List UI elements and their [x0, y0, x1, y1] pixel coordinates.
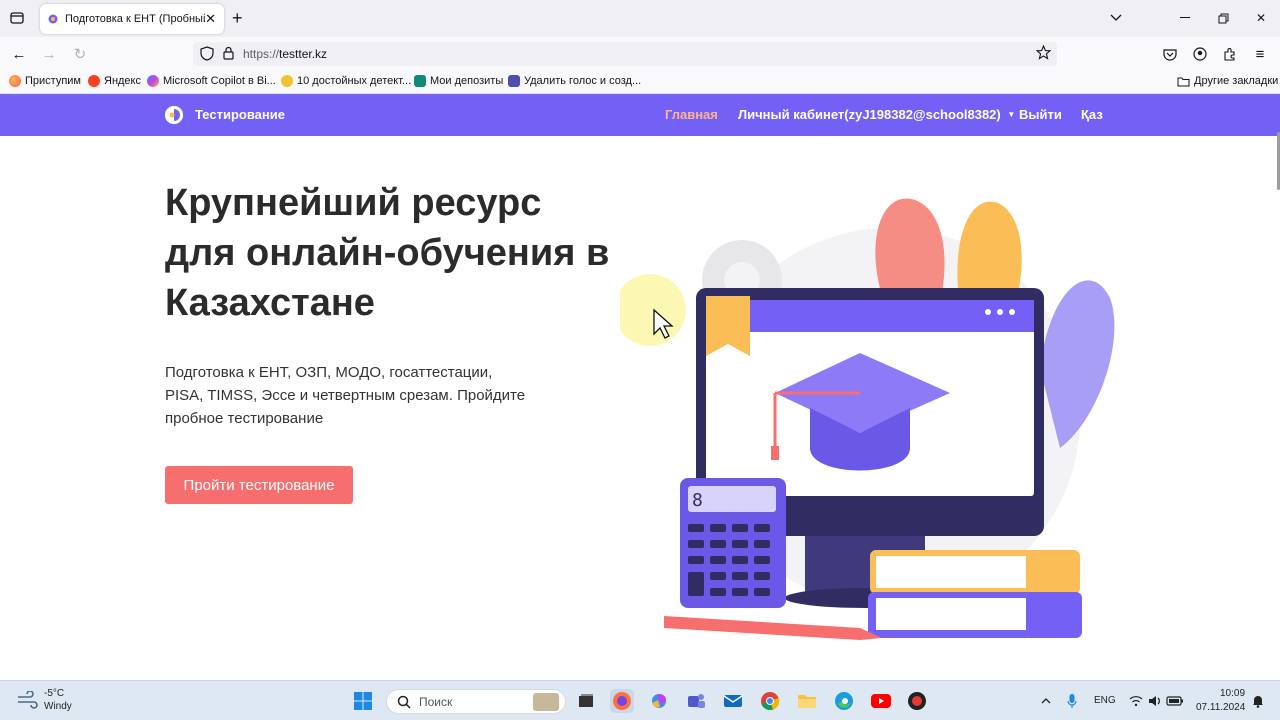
hero-title: Крупнейший ресурс для онлайн-обучения в … [165, 178, 645, 328]
reload-icon[interactable]: ↻ [71, 45, 89, 63]
site-favicon-icon [48, 14, 58, 24]
copilot-icon [147, 75, 159, 87]
hero-subtitle-line: пробное тестирование [165, 410, 324, 427]
battery-icon[interactable] [1163, 689, 1187, 713]
bookmark-label: Приступим [25, 75, 81, 87]
nav-account-dropdown[interactable]: Личный кабинет(zyJ198382@school8382) ▼ [738, 107, 1015, 122]
windows-start-icon[interactable] [351, 689, 375, 713]
list-all-tabs-icon[interactable] [1107, 9, 1125, 27]
bookmark-label: 10 достойных детект... [297, 75, 412, 87]
search-highlight-icon [533, 692, 559, 711]
menu-icon[interactable]: ≡ [1251, 45, 1269, 63]
voice-v-icon [508, 75, 520, 87]
bookmark-item[interactable]: Приступим [9, 75, 81, 87]
search-icon [397, 695, 411, 709]
taskbar-search[interactable]: Поиск [386, 689, 566, 714]
firefox-icon [9, 75, 21, 87]
other-bookmarks-label: Другие закладки [1194, 75, 1279, 87]
wind-weather-icon[interactable] [16, 691, 38, 709]
calculator-display: 8 [692, 490, 703, 511]
bookmark-item[interactable]: 10 достойных детект... [281, 75, 411, 87]
hero-title-line: для онлайн-обучения в [165, 232, 610, 274]
site-header: Тестирование Главная Личный кабинет(zyJ1… [0, 94, 1280, 136]
weather-temperature[interactable]: -5°C [44, 688, 64, 699]
yandex-icon [88, 75, 100, 87]
url-bar[interactable]: https://testter.kz [193, 42, 1057, 66]
close-tab-icon[interactable]: ✕ [205, 11, 216, 27]
chevron-up-icon[interactable] [1034, 689, 1058, 713]
browser-tab-active[interactable]: Подготовка к ЕНТ (Пробный ✕ [40, 4, 224, 34]
forward-arrow-icon[interactable]: → [40, 45, 58, 63]
hero-subtitle-line: Подготовка к ЕНТ, ОЗП, МОДО, госаттестац… [165, 364, 493, 381]
folder-icon [1177, 77, 1190, 86]
new-tab-icon[interactable]: + [232, 8, 243, 28]
back-arrow-icon[interactable]: ← [10, 45, 28, 63]
bookmark-label: Яндекс [104, 75, 141, 87]
bookmark-item[interactable]: Яндекс [88, 75, 141, 87]
nav-account-label: Личный кабинет(zyJ198382@school8382) [738, 107, 1001, 122]
weather-description[interactable]: Windy [44, 701, 72, 712]
mail-taskbar-icon[interactable] [721, 689, 745, 713]
bookmarks-bar: Приступим Яндекс Microsoft Copilot в Bi.… [0, 71, 1280, 94]
file-explorer-icon[interactable] [795, 689, 819, 713]
pocket-icon[interactable] [1161, 45, 1179, 63]
bookmark-item[interactable]: Удалить голос и созд... [508, 75, 641, 87]
chrome-taskbar-icon[interactable] [758, 689, 782, 713]
account-icon[interactable] [1191, 45, 1209, 63]
site-logo-icon[interactable] [165, 106, 183, 124]
teams-taskbar-icon[interactable] [684, 689, 708, 713]
bookmark-star-icon[interactable] [1035, 44, 1052, 65]
tab-title: Подготовка к ЕНТ (Пробный [65, 13, 205, 25]
star-badge-icon [281, 75, 293, 87]
tab-list-icon[interactable] [8, 9, 26, 27]
notification-bell-icon[interactable] [1246, 689, 1270, 713]
firefox-taskbar-icon[interactable] [610, 689, 634, 713]
microphone-icon[interactable] [1060, 689, 1084, 713]
nav-logout-link[interactable]: Выйти [1019, 107, 1062, 122]
nav-home-link[interactable]: Главная [665, 107, 718, 122]
tracking-shield-icon[interactable] [200, 46, 214, 66]
input-language[interactable]: ENG [1094, 695, 1116, 706]
nav-language-link[interactable]: Қаз [1081, 107, 1103, 122]
browser-tab-strip: Подготовка к ЕНТ (Пробный ✕ + ✕ [0, 0, 1280, 37]
site-brand[interactable]: Тестирование [195, 107, 285, 122]
bookmark-label: Microsoft Copilot в Bi... [163, 75, 276, 87]
hero-subtitle: Подготовка к ЕНТ, ОЗП, МОДО, госаттестац… [165, 361, 565, 430]
bookmark-item[interactable]: Microsoft Copilot в Bi... [147, 75, 276, 87]
education-illustration: 8 [620, 198, 1115, 640]
extensions-icon[interactable] [1221, 45, 1239, 63]
bank-icon [414, 75, 426, 87]
record-taskbar-icon[interactable] [905, 689, 929, 713]
url-scheme: https:// [243, 47, 280, 61]
url-text[interactable]: https://testter.kz [243, 47, 327, 61]
other-bookmarks[interactable]: Другие закладки [1177, 75, 1278, 87]
restore-icon[interactable] [1214, 9, 1232, 27]
edge-taskbar-icon[interactable] [832, 689, 856, 713]
copilot-taskbar-icon[interactable] [647, 689, 671, 713]
url-host: testter.kz [279, 47, 328, 61]
close-window-icon[interactable]: ✕ [1252, 9, 1270, 27]
start-test-button[interactable]: Пройти тестирование [165, 466, 353, 504]
youtube-taskbar-icon[interactable] [869, 689, 893, 713]
hero-subtitle-line: PISA, TIMSS, Эссе и четвертным срезам. П… [165, 387, 526, 404]
hero-title-line: Казахстане [165, 282, 375, 324]
search-placeholder: Поиск [419, 694, 453, 709]
bookmark-label: Удалить голос и созд... [524, 75, 642, 87]
bookmark-label: Мои депозиты [430, 75, 504, 87]
caret-down-icon: ▼ [1007, 110, 1016, 119]
windows-taskbar: -5°C Windy Поиск ENG 10:09 07.11.2024 [0, 680, 1280, 720]
clock-date[interactable]: 07.11.2024 [1196, 702, 1245, 713]
task-view-icon[interactable] [574, 689, 598, 713]
minimize-icon[interactable] [1176, 9, 1194, 27]
hero-title-line: Крупнейший ресурс [165, 182, 542, 224]
lock-icon[interactable] [223, 46, 234, 65]
clock-time[interactable]: 10:09 [1220, 688, 1245, 699]
bookmark-item[interactable]: Мои депозиты [414, 75, 503, 87]
